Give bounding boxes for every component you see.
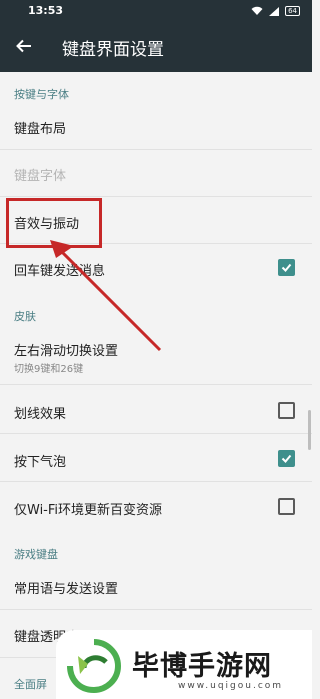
- annotation-arrow-icon: [50, 240, 162, 352]
- watermark-banner: 毕博手游网 www.uqigou.com: [56, 630, 312, 699]
- watermark-url: www.uqigou.com: [178, 681, 284, 691]
- watermark-name: 毕博手游网: [132, 651, 272, 682]
- watermark-logo-icon: [67, 639, 122, 694]
